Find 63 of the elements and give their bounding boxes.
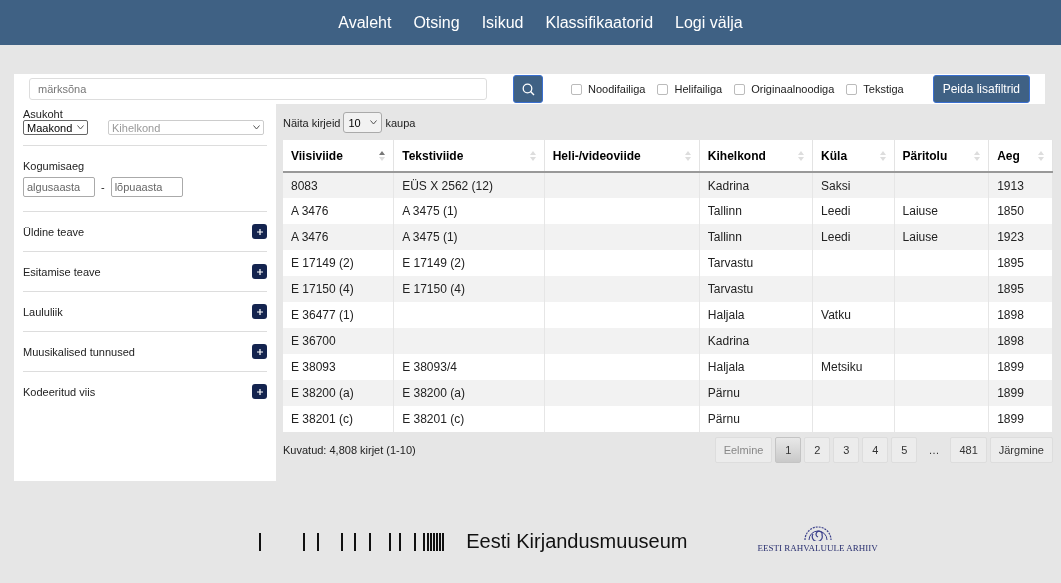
nav-link[interactable]: Otsing	[413, 13, 460, 32]
nav-link[interactable]: Logi välja	[675, 13, 743, 32]
location-label: Asukoht	[23, 108, 64, 120]
caret-icon	[370, 120, 378, 125]
filter-section-title: Üldine teave	[23, 225, 85, 238]
caret-icon	[253, 125, 260, 130]
page-size-select[interactable]: 10	[343, 112, 383, 133]
filter-checkbox[interactable]: Tekstiga	[846, 83, 904, 95]
column-header[interactable]: Kihelkond	[699, 140, 813, 172]
nav-link[interactable]: Klassifikaatorid	[545, 13, 654, 32]
table-cell: E 38201 (c)	[283, 406, 394, 432]
range-separator: -	[101, 181, 105, 193]
filter-checkbox[interactable]: Noodifailiga	[571, 83, 646, 95]
table-cell: Pärnu	[699, 406, 813, 432]
page-button[interactable]: 1	[775, 437, 802, 463]
page-size-suffix: kaupa	[385, 116, 416, 129]
page-button[interactable]: 2	[804, 437, 831, 463]
archive-name: EESTI RAHVALUULE ARHIIV	[757, 543, 878, 553]
page-button[interactable]: 5	[891, 437, 918, 463]
filter-section-title: Laululiik	[23, 305, 63, 318]
column-header[interactable]: Aeg	[988, 140, 1053, 172]
plus-icon	[256, 308, 263, 315]
filter-section-title: Muusikalised tunnused	[23, 345, 135, 358]
table-cell: E 38201 (c)	[393, 406, 545, 432]
expand-button[interactable]	[252, 344, 267, 359]
search-icon	[521, 82, 535, 96]
county-select[interactable]: Maakond	[23, 120, 88, 135]
search-button[interactable]	[513, 75, 543, 103]
nav-link[interactable]: Isikud	[481, 13, 524, 32]
results-info: Kuvatud: 4,808 kirjet (1-10)	[283, 444, 416, 456]
museum-name: Eesti Kirjandusmuuseum	[466, 530, 688, 553]
caret-icon	[77, 125, 84, 130]
next-page-button[interactable]: Järgmine	[989, 437, 1053, 463]
column-header[interactable]: Heli-/videoviide	[544, 140, 700, 172]
plus-icon	[256, 348, 263, 355]
page-button[interactable]: 4	[862, 437, 889, 463]
expand-button[interactable]	[252, 224, 267, 239]
plus-icon	[256, 388, 263, 395]
column-header[interactable]: Päritolu	[894, 140, 989, 172]
column-header[interactable]: Tekstiviide	[393, 140, 545, 172]
spiral-logo-icon	[802, 525, 833, 541]
page-button[interactable]: 481	[950, 437, 987, 463]
expand-button[interactable]	[252, 384, 267, 399]
filter-section-title: Kodeeritud viis	[23, 385, 96, 398]
expand-button[interactable]	[252, 304, 267, 319]
filter-checkbox[interactable]: Helifailiga	[657, 83, 723, 95]
page-ellipsis: …	[927, 443, 941, 458]
page-size-label: Näita kirjeid	[283, 116, 341, 129]
nav-link[interactable]: Avaleht	[338, 13, 392, 32]
column-header[interactable]: Küla	[812, 140, 895, 172]
expand-button[interactable]	[252, 264, 267, 279]
end-year-field[interactable]: lõpuaasta	[110, 177, 183, 197]
plus-icon	[256, 228, 263, 235]
table-cell: 1899	[988, 406, 1053, 432]
plus-icon	[256, 268, 263, 275]
column-header[interactable]: Viisiviide	[283, 140, 394, 172]
start-year-field[interactable]: algusaasta	[23, 177, 95, 197]
collection-time-label: Kogumisaeg	[23, 160, 86, 172]
filter-checkbox[interactable]: Originaalnoodiga	[734, 83, 835, 95]
search-field[interactable]: märksõna	[29, 78, 487, 100]
page-button[interactable]: 3	[833, 437, 860, 463]
filter-section-title: Esitamise teave	[23, 265, 101, 278]
hide-filters-button[interactable]: Peida lisafiltrid	[932, 75, 1030, 103]
